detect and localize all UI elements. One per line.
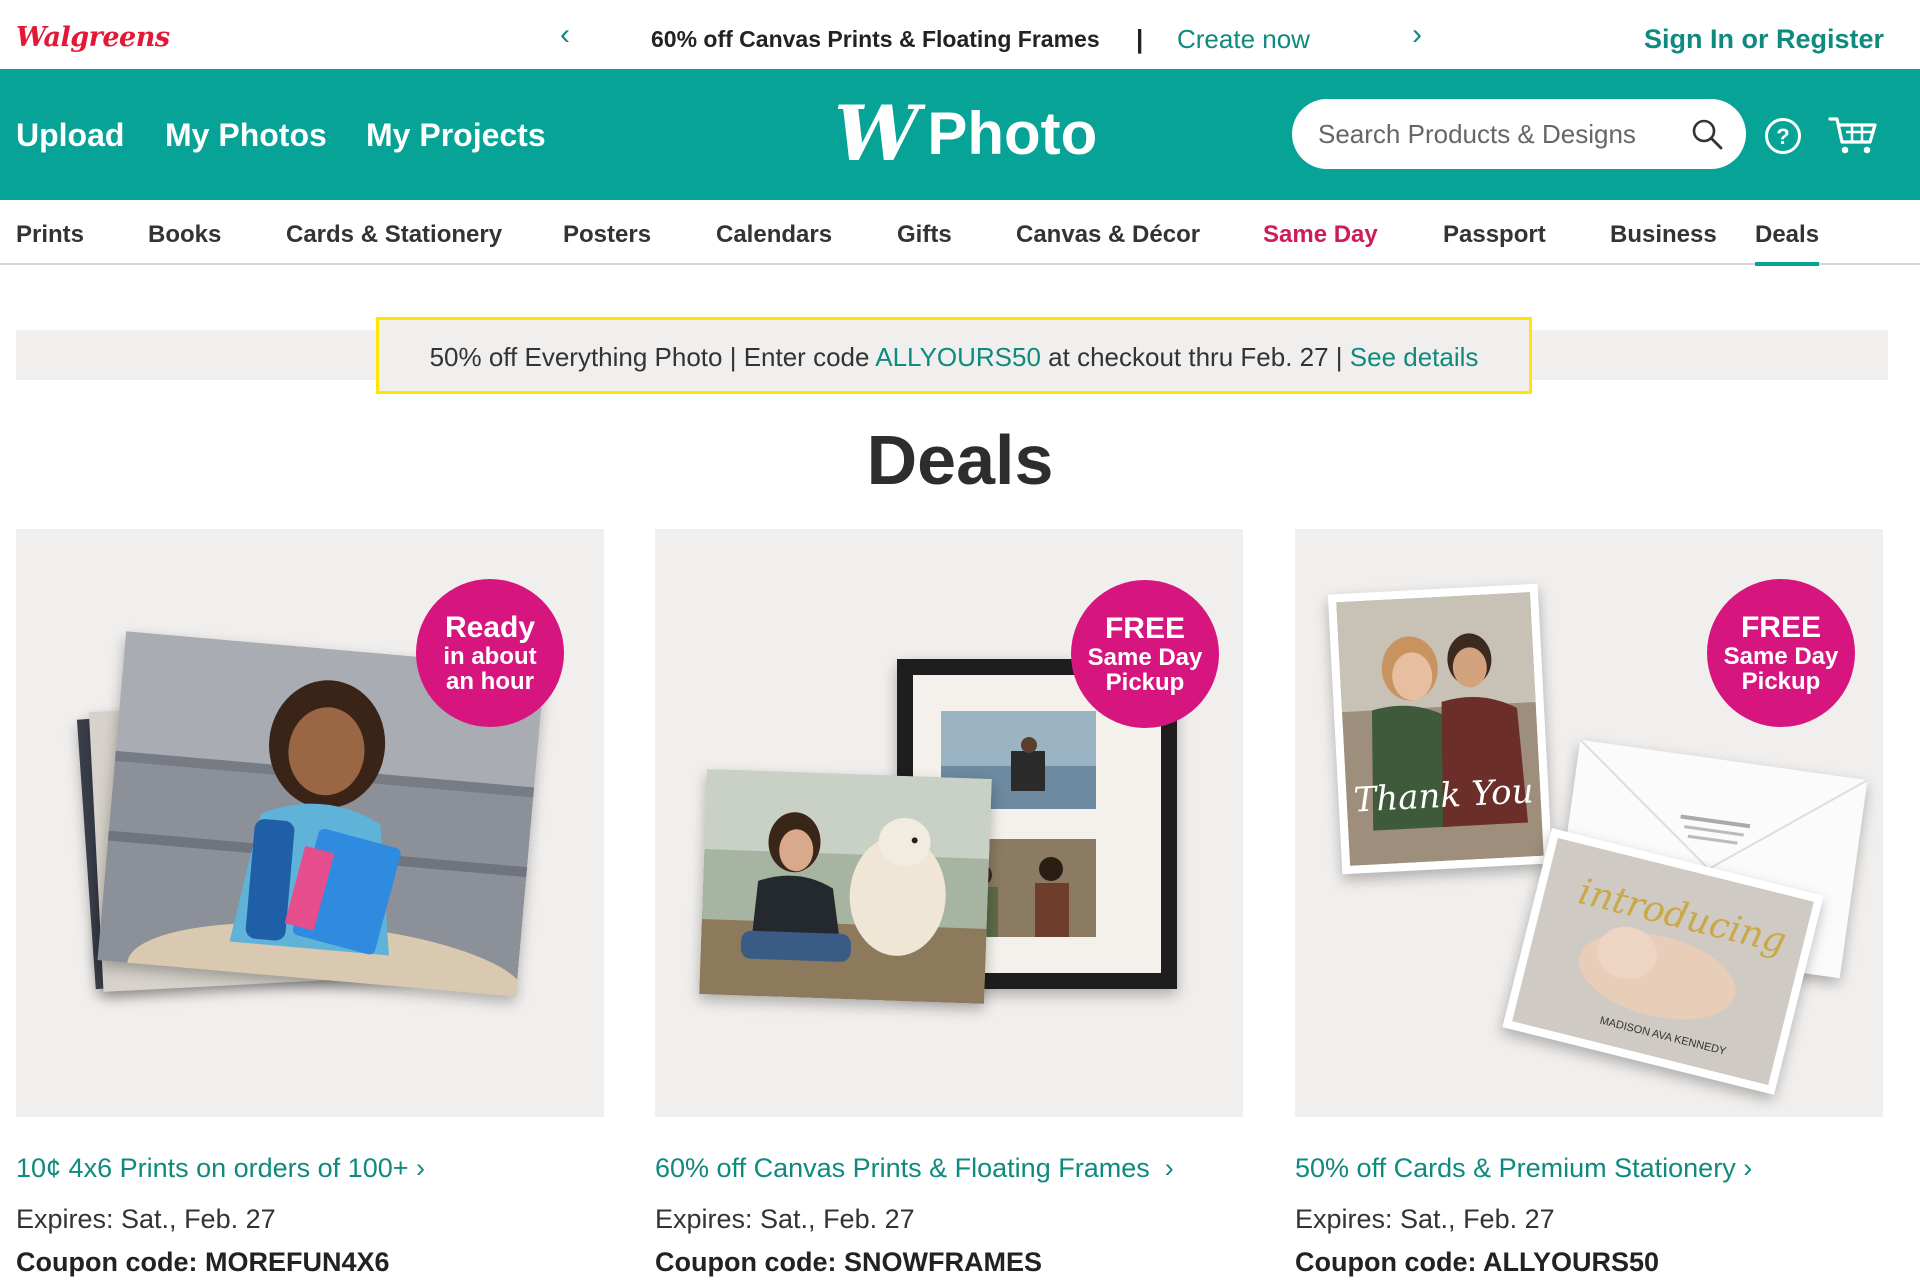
deal-image-canvas[interactable]: FREE Same Day Pickup: [655, 529, 1243, 1117]
badge-line-1: Ready: [444, 611, 536, 645]
free-same-day-badge: FREE Same Day Pickup: [1071, 580, 1219, 728]
chevron-right-icon: ›: [1164, 1153, 1174, 1183]
nav-prints[interactable]: Prints: [16, 221, 84, 249]
deal-title-link[interactable]: 10¢ 4x6 Prints on orders of 100+ ›: [16, 1153, 425, 1184]
my-projects-link[interactable]: My Projects: [366, 117, 546, 154]
nav-canvas-decor[interactable]: Canvas & Décor: [1016, 221, 1200, 249]
badge-line-2: Same Day: [1087, 643, 1203, 671]
deal-expiration: Expires: Sat., Feb. 27: [16, 1204, 276, 1234]
main-header: Upload My Photos My Projects W Photo ?: [0, 69, 1920, 200]
nav-business[interactable]: Business: [1610, 221, 1717, 249]
chevron-right-icon: ›: [1743, 1153, 1753, 1183]
deal-title-text: 50% off Cards & Premium Stationery: [1295, 1153, 1736, 1183]
coupon-banner-text: 50% off Everything Photo | Enter code AL…: [379, 342, 1529, 373]
search-icon[interactable]: [1690, 117, 1724, 151]
deal-coupon-code: Coupon code: ALLYOURS50: [1295, 1247, 1660, 1277]
svg-text:?: ?: [1776, 124, 1789, 149]
banner-coupon-code: ALLYOURS50: [875, 342, 1041, 372]
canvas-print-dog: [699, 769, 992, 1004]
page-title: Deals: [866, 421, 1054, 499]
chevron-right-icon[interactable]: ›: [1412, 20, 1422, 50]
deal-expiration: Expires: Sat., Feb. 27: [1295, 1204, 1555, 1234]
deal-expiration: Expires: Sat., Feb. 27: [655, 1204, 915, 1234]
chevron-left-icon[interactable]: ‹: [560, 20, 570, 50]
badge-line-2: in about: [443, 642, 537, 670]
nav-gifts[interactable]: Gifts: [897, 221, 952, 249]
deal-coupon-code: Coupon code: MOREFUN4X6: [16, 1247, 390, 1277]
search-input[interactable]: [1318, 117, 1658, 151]
top-utility-bar: Walgreens ‹ 60% off Canvas Prints & Floa…: [0, 0, 1920, 69]
nav-calendars[interactable]: Calendars: [716, 221, 832, 249]
badge-line-3: Pickup: [1105, 668, 1185, 696]
deal-image-prints[interactable]: Ready in about an hour: [16, 529, 604, 1117]
free-same-day-badge: FREE Same Day Pickup: [1707, 579, 1855, 727]
nav-deals[interactable]: Deals: [1755, 221, 1820, 266]
deal-card-prints: Ready in about an hour 10¢ 4x6 Prints on…: [16, 529, 604, 1277]
see-details-link[interactable]: See details: [1350, 342, 1479, 372]
logo-word: Photo: [927, 100, 1098, 167]
coupon-banner: 50% off Everything Photo | Enter code AL…: [376, 317, 1532, 394]
badge-line-3: Pickup: [1741, 667, 1821, 695]
promo-separator: |: [1136, 24, 1144, 54]
nav-same-day[interactable]: Same Day: [1263, 221, 1378, 249]
badge-line-1: FREE: [1740, 611, 1821, 645]
badge-line-2: Same Day: [1723, 642, 1839, 670]
chevron-right-icon: ›: [416, 1153, 426, 1183]
deal-title-link[interactable]: 60% off Canvas Prints & Floating Frames …: [655, 1153, 1174, 1184]
sign-in-register-link[interactable]: Sign In or Register: [1644, 24, 1884, 55]
logo-mark: W: [834, 89, 920, 178]
category-nav: Prints Books Cards & Stationery Posters …: [0, 200, 1920, 266]
cart-icon[interactable]: [1828, 115, 1878, 155]
deal-card-stationery: Thank You introducing MADISON AVA KENNED…: [1295, 529, 1883, 1277]
help-icon[interactable]: ?: [1764, 117, 1802, 155]
nav-passport[interactable]: Passport: [1443, 221, 1546, 249]
walgreens-logo[interactable]: Walgreens: [16, 22, 170, 53]
deal-card-canvas: FREE Same Day Pickup 60% off Canvas Prin…: [655, 529, 1243, 1277]
upload-link[interactable]: Upload: [16, 117, 124, 154]
nav-posters[interactable]: Posters: [563, 221, 651, 249]
deal-title-text: 60% off Canvas Prints & Floating Frames: [655, 1153, 1150, 1183]
search-box: [1292, 99, 1746, 169]
nav-cards-stationery[interactable]: Cards & Stationery: [286, 221, 502, 249]
my-photos-link[interactable]: My Photos: [165, 117, 327, 154]
banner-prefix: 50% off Everything Photo | Enter code: [429, 342, 876, 372]
walgreens-photo-logo[interactable]: W Photo: [834, 94, 1097, 174]
promo-create-now-link[interactable]: Create now: [1177, 24, 1310, 55]
banner-suffix: at checkout thru Feb. 27 |: [1040, 342, 1350, 372]
badge-line-1: FREE: [1104, 612, 1185, 646]
thank-you-card: Thank You: [1327, 583, 1553, 875]
ready-hour-badge: Ready in about an hour: [416, 579, 564, 727]
promo-text: 60% off Canvas Prints & Floating Frames: [651, 26, 1100, 52]
deal-title-text: 10¢ 4x6 Prints on orders of 100+: [16, 1153, 409, 1183]
nav-books[interactable]: Books: [148, 221, 221, 249]
deal-coupon-code: Coupon code: SNOWFRAMES: [655, 1247, 1042, 1277]
badge-line-3: an hour: [446, 667, 534, 695]
deal-image-stationery[interactable]: Thank You introducing MADISON AVA KENNED…: [1295, 529, 1883, 1117]
deal-title-link[interactable]: 50% off Cards & Premium Stationery ›: [1295, 1153, 1752, 1184]
